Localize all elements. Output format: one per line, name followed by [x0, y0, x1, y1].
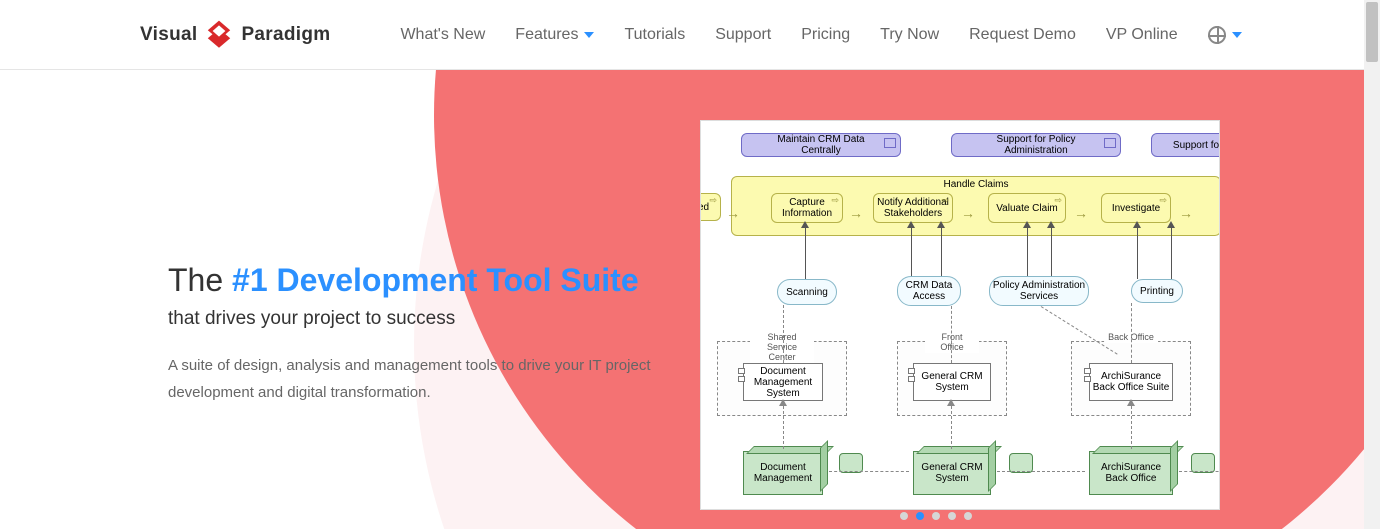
diagram-process-2: Support for Policy Administration [951, 133, 1121, 157]
nav-vp-online[interactable]: VP Online [1106, 26, 1178, 44]
connector-dashed [1131, 303, 1132, 363]
arrow-icon: → [1179, 206, 1193, 221]
diagram-package-label: Front Office [925, 333, 979, 353]
diagram-component-3: ArchiSurance Back Office Suite [1089, 363, 1173, 401]
connector [1027, 223, 1028, 276]
nav-tutorials[interactable]: Tutorials [624, 26, 685, 44]
diagram-step-4: Investigate [1101, 193, 1171, 223]
chevron-down-icon [584, 32, 594, 38]
hero-subtitle: that drives your project to success [168, 308, 688, 330]
nav-pricing[interactable]: Pricing [801, 26, 850, 44]
monitor-icon [1009, 453, 1033, 473]
connector-dashed [783, 401, 784, 449]
diagram-package-label: Shared Service Center [750, 333, 814, 363]
hero-title-highlight: #1 Development Tool Suite [232, 262, 639, 298]
connector-dashed [997, 471, 1085, 472]
nav-label: VP Online [1106, 26, 1178, 44]
diagram-step-1: Capture Information [771, 193, 843, 223]
diagram-container-label: Handle Claims [943, 179, 1008, 190]
arrow-up-icon [947, 399, 955, 406]
arrow-icon: → [961, 206, 975, 221]
connector [911, 223, 912, 276]
diagram-service-3: Policy Administration Services [989, 276, 1089, 306]
nav-label: What's New [400, 26, 485, 44]
nav-label: Try Now [880, 26, 939, 44]
brand-logo[interactable]: Visual Paradigm [140, 19, 330, 51]
arrow-up-icon [1127, 399, 1135, 406]
brand-word-1: Visual [140, 24, 197, 46]
nav-support[interactable]: Support [715, 26, 771, 44]
arrow-up-icon [907, 221, 915, 228]
brand-word-2: Paradigm [241, 24, 330, 46]
diagram-process-3: Support fo [1151, 133, 1220, 157]
hero-title-prefix: The [168, 262, 232, 298]
diagram-node-1: Document Management [743, 451, 823, 495]
arrow-icon: → [849, 206, 863, 221]
logo-icon [203, 19, 235, 51]
carousel-dots [900, 512, 972, 520]
monitor-icon [1191, 453, 1215, 473]
nav-label: Request Demo [969, 26, 1076, 44]
globe-icon [1208, 26, 1226, 44]
nav-label: Support [715, 26, 771, 44]
hero-text: The #1 Development Tool Suite that drive… [168, 260, 688, 406]
connector-dashed [783, 305, 784, 363]
carousel-dot-0[interactable] [900, 512, 908, 520]
connector-dashed [1179, 471, 1220, 472]
scrollbar-thumb[interactable] [1366, 2, 1378, 62]
nav-label: Tutorials [624, 26, 685, 44]
arrow-up-icon [1023, 221, 1031, 228]
nav-label: Features [515, 26, 578, 44]
arrow-icon: → [726, 206, 740, 221]
nav-whats-new[interactable]: What's New [400, 26, 485, 44]
diagram-node-2: General CRM System [913, 451, 991, 495]
nav-language[interactable] [1208, 26, 1242, 44]
carousel-dot-2[interactable] [932, 512, 940, 520]
connector-dashed [951, 306, 952, 363]
arrow-up-icon [1167, 221, 1175, 228]
diagram-process-1: Maintain CRM Data Centrally [741, 133, 901, 157]
arrow-up-icon [937, 221, 945, 228]
diagram-received: ved [700, 193, 721, 221]
connector-dashed [829, 471, 909, 472]
carousel-dot-4[interactable] [964, 512, 972, 520]
diagram-node-3: ArchiSurance Back Office [1089, 451, 1173, 495]
diagram-component-1: Document Management System [743, 363, 823, 401]
arrow-up-icon [1133, 221, 1141, 228]
scrollbar-track[interactable] [1364, 0, 1380, 529]
connector [805, 223, 806, 279]
connector [941, 223, 942, 276]
arrow-icon: → [1074, 206, 1088, 221]
arrow-up-icon [801, 221, 809, 228]
carousel-dot-1[interactable] [916, 512, 924, 520]
main-nav: What's New Features Tutorials Support Pr… [400, 26, 1241, 44]
diagram-component-2: General CRM System [913, 363, 991, 401]
diagram-illustration: Maintain CRM Data Centrally Support for … [700, 120, 1220, 510]
connector-dashed [951, 401, 952, 449]
diagram-service-1: Scanning [777, 279, 837, 305]
diagram-service-4: Printing [1131, 279, 1183, 303]
connector [1137, 223, 1138, 279]
hero-title: The #1 Development Tool Suite [168, 260, 688, 300]
connector-dashed [1131, 401, 1132, 449]
connector [1171, 223, 1172, 279]
hero-blurb: A suite of design, analysis and manageme… [168, 352, 688, 406]
nav-request-demo[interactable]: Request Demo [969, 26, 1076, 44]
header: Visual Paradigm What's New Features Tuto… [0, 0, 1364, 70]
arrow-up-icon [1047, 221, 1055, 228]
carousel-dot-3[interactable] [948, 512, 956, 520]
chevron-down-icon [1232, 32, 1242, 38]
hero: The #1 Development Tool Suite that drive… [0, 70, 1364, 529]
diagram-step-2: Notify Additional Stakeholders [873, 193, 953, 223]
arrow-up-icon [779, 399, 787, 406]
nav-try-now[interactable]: Try Now [880, 26, 939, 44]
diagram-step-3: Valuate Claim [988, 193, 1066, 223]
nav-features[interactable]: Features [515, 26, 594, 44]
diagram-service-2: CRM Data Access [897, 276, 961, 306]
nav-label: Pricing [801, 26, 850, 44]
monitor-icon [839, 453, 863, 473]
connector [1051, 223, 1052, 276]
